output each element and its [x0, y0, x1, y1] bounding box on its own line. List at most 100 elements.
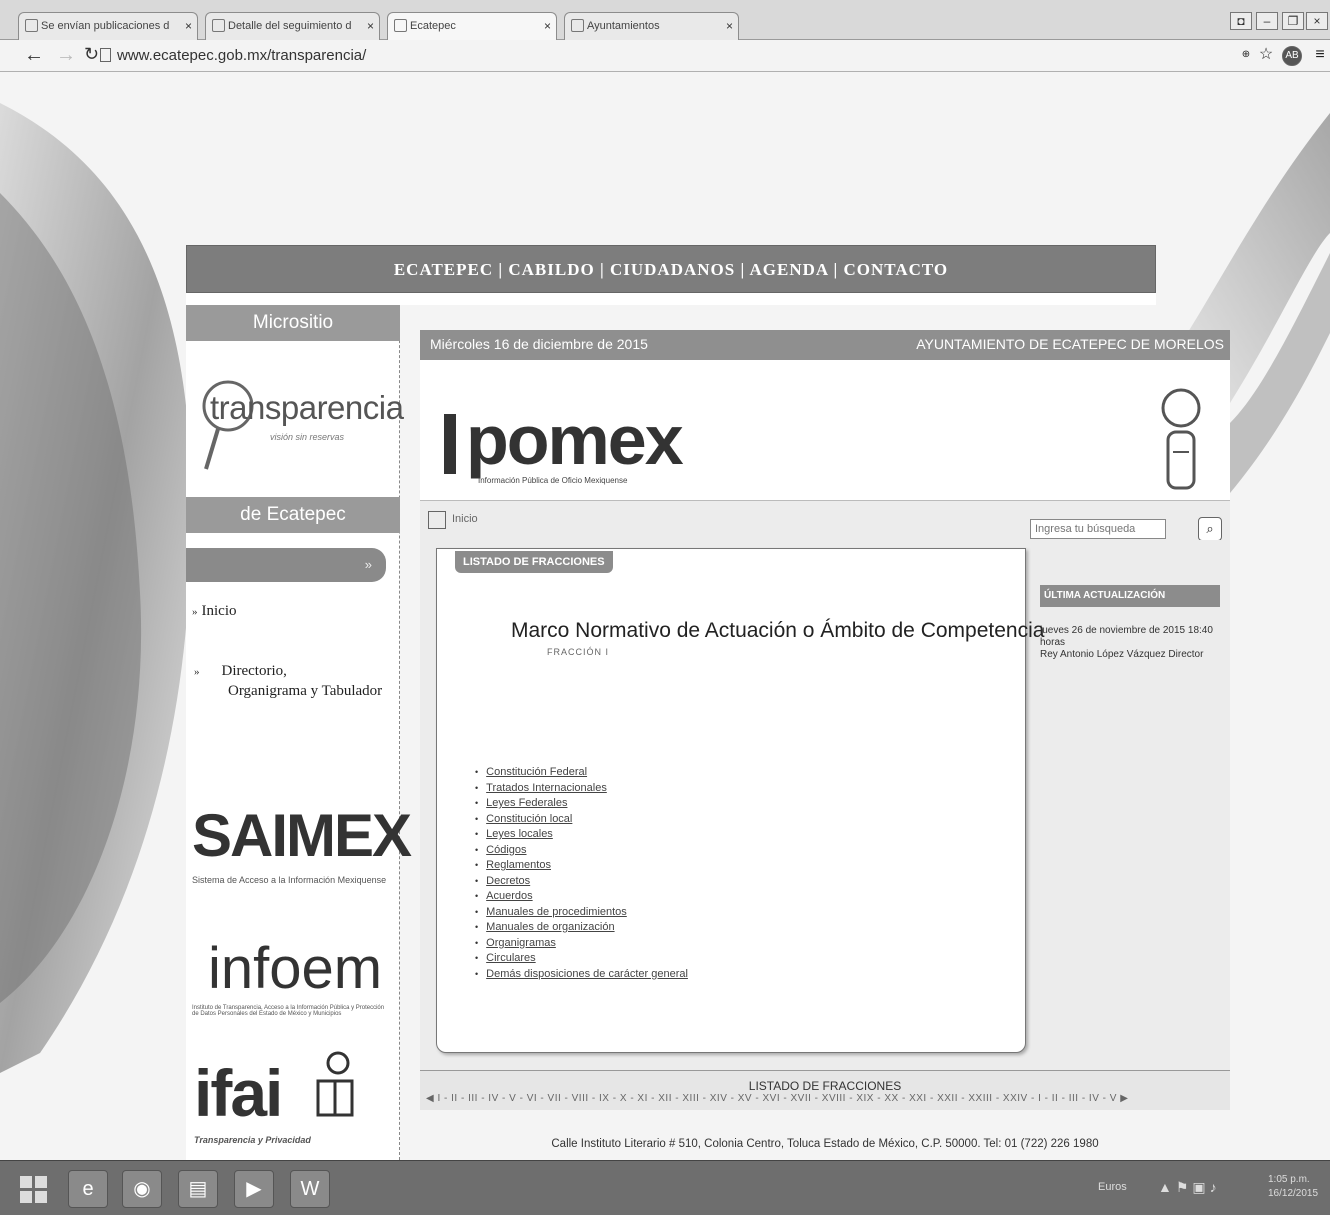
system-tray-icons[interactable]: ▲⚑▣♪ [1158, 1179, 1221, 1196]
list-item[interactable]: Leyes Federales [475, 796, 688, 812]
organization-name: AYUNTAMIENTO DE ECATEPEC DE MORELOS [916, 336, 1224, 352]
list-item[interactable]: Acuerdos [475, 889, 688, 905]
list-item[interactable]: Circulares [475, 951, 688, 967]
file-explorer-icon[interactable]: ▤ [178, 1170, 218, 1208]
tab-label: Ecatepec [410, 20, 456, 32]
home-icon[interactable] [428, 511, 446, 529]
forward-arrow-icon[interactable]: → [56, 44, 76, 67]
list-item[interactable]: Constitución Federal [475, 765, 688, 781]
transparencia-word: transparencia [210, 389, 404, 426]
top-nav-links[interactable]: ECATEPEC | CABILDO | CIUDADANOS | AGENDA… [394, 260, 948, 279]
browser-tab-bar: Se envían publicaciones d × Detalle del … [0, 0, 1330, 40]
tab-label: Se envían publicaciones d [41, 20, 170, 32]
taskbar-clock[interactable]: 1:05 p.m. 16/12/2015 [1268, 1173, 1318, 1201]
date-bar: Miércoles 16 de diciembre de 2015 AYUNTA… [420, 330, 1230, 360]
sidebar-item-directorio[interactable]: » Directorio, [194, 663, 287, 680]
document-link[interactable]: Constitución local [486, 813, 572, 825]
adblock-icon[interactable]: AB [1282, 46, 1302, 66]
search-input[interactable] [1030, 519, 1166, 539]
list-item[interactable]: Constitución local [475, 812, 688, 828]
user-icon[interactable]: ◘ [1230, 12, 1252, 30]
url-text: www.ecatepec.gob.mx/transparencia/ [117, 47, 367, 64]
menu-icon[interactable]: ≡ [1310, 46, 1330, 66]
list-item[interactable]: Manuales de procedimientos [475, 905, 688, 921]
internet-explorer-icon[interactable]: e [68, 1170, 108, 1208]
list-item[interactable]: Reglamentos [475, 858, 688, 874]
listado-tab[interactable]: LISTADO DE FRACCIONES [455, 551, 613, 573]
document-link[interactable]: Leyes Federales [486, 797, 567, 809]
document-link[interactable]: Demás disposiciones de carácter general [486, 968, 688, 980]
document-link[interactable]: Circulares [486, 952, 536, 964]
update-heading: ÚLTIMA ACTUALIZACIÓN [1040, 585, 1220, 607]
url-field[interactable]: www.ecatepec.gob.mx/transparencia/ [100, 45, 1210, 67]
sidebar-menu-bar[interactable]: » [186, 548, 386, 582]
close-tab-icon[interactable]: × [185, 13, 192, 39]
ifai-person-icon [316, 1051, 354, 1117]
search-icon[interactable]: ⌕ [1198, 517, 1222, 541]
sidebar-title: Micrositio [186, 305, 400, 341]
document-link[interactable]: Acuerdos [486, 890, 532, 902]
home-link[interactable]: Inicio [452, 513, 478, 525]
tab-ayuntamientos[interactable]: Ayuntamientos × [564, 12, 739, 40]
gmail-icon [25, 19, 38, 32]
ifai-wordmark: ifai [194, 1056, 283, 1130]
minimize-button[interactable]: – [1256, 12, 1278, 30]
list-item[interactable]: Códigos [475, 843, 688, 859]
clock-time: 1:05 p.m. [1268, 1174, 1310, 1185]
ipomex-logo: pomex [444, 400, 684, 480]
chrome-icon[interactable]: ◉ [122, 1170, 162, 1208]
list-item[interactable]: Organigramas [475, 936, 688, 952]
document-link[interactable]: Manuales de procedimientos [486, 906, 627, 918]
document-link[interactable]: Decretos [486, 875, 530, 887]
close-tab-icon[interactable]: × [544, 13, 551, 39]
document-link[interactable]: Manuales de organización [486, 921, 614, 933]
zoom-icon[interactable]: ⊕ [1236, 46, 1256, 66]
ifai-logo[interactable]: ifai Transparencia y Privacidad [186, 1045, 400, 1157]
list-item[interactable]: Decretos [475, 874, 688, 890]
transparencia-logo[interactable]: transparencia visión sin reservas [198, 351, 404, 481]
page-icon [394, 19, 407, 32]
close-tab-icon[interactable]: × [367, 13, 374, 39]
fracciones-nav[interactable]: ◀ I - II - III - IV - V - VI - VII - VII… [426, 1093, 1224, 1104]
reload-icon[interactable]: ↻ [84, 44, 99, 65]
bookmark-star-icon[interactable]: ☆ [1256, 46, 1276, 66]
document-link[interactable]: Constitución Federal [486, 766, 587, 778]
footer-address: Calle Instituto Literario # 510, Colonia… [551, 1138, 1099, 1150]
clock-date: 16/12/2015 [1268, 1188, 1319, 1199]
update-person: Rey Antonio López Vázquez Director [1040, 649, 1204, 660]
list-item[interactable]: Demás disposiciones de carácter general [475, 967, 688, 983]
maximize-button[interactable]: ❐ [1282, 12, 1304, 30]
sidebar-item-organigrama[interactable]: Organigrama y Tabulador [228, 683, 382, 700]
document-link[interactable]: Organigramas [486, 937, 556, 949]
windows-start-icon[interactable] [14, 1170, 54, 1208]
sidebar-item-label: Directorio, [221, 663, 287, 679]
page-info-icon[interactable] [100, 48, 111, 62]
taskbar-language[interactable]: Euros [1098, 1181, 1127, 1193]
taskbar: e ◉ ▤ ▶ W Euros ▲⚑▣♪ 1:05 p.m. 16/12/201… [0, 1160, 1330, 1215]
content-panel: LISTADO DE FRACCIONES Marco Normativo de… [436, 548, 1044, 1053]
update-box: ÚLTIMA ACTUALIZACIÓN jueves 26 de noviem… [1040, 585, 1220, 685]
page-icon [212, 19, 225, 32]
tab-seguimiento[interactable]: Detalle del seguimiento d × [205, 12, 380, 40]
document-link[interactable]: Códigos [486, 844, 526, 856]
current-date: Miércoles 16 de diciembre de 2015 [430, 336, 648, 352]
search-bar: Inicio ⌕ [420, 500, 1230, 541]
document-link[interactable]: Leyes locales [486, 828, 553, 840]
ipomex-wordmark: pomex [466, 401, 684, 479]
saimex-logo[interactable]: SAIMEX Sistema de Acceso a la Informació… [186, 765, 412, 885]
media-player-icon[interactable]: ▶ [234, 1170, 274, 1208]
word-icon[interactable]: W [290, 1170, 330, 1208]
list-item[interactable]: Leyes locales [475, 827, 688, 843]
tab-gmail[interactable]: Se envían publicaciones d × [18, 12, 198, 40]
list-item[interactable]: Tratados Internacionales [475, 781, 688, 797]
nav-divider [186, 293, 1156, 305]
back-arrow-icon[interactable]: ← [24, 44, 44, 67]
close-window-button[interactable]: × [1306, 12, 1328, 30]
close-tab-icon[interactable]: × [726, 13, 733, 39]
tab-ecatepec[interactable]: Ecatepec × [387, 12, 557, 40]
document-link[interactable]: Tratados Internacionales [486, 782, 607, 794]
sidebar-item-inicio[interactable]: » Inicio [192, 603, 237, 620]
document-link[interactable]: Reglamentos [486, 859, 551, 871]
infoem-logo[interactable]: infoem Instituto de Transparencia, Acces… [186, 905, 400, 1025]
list-item[interactable]: Manuales de organización [475, 920, 688, 936]
